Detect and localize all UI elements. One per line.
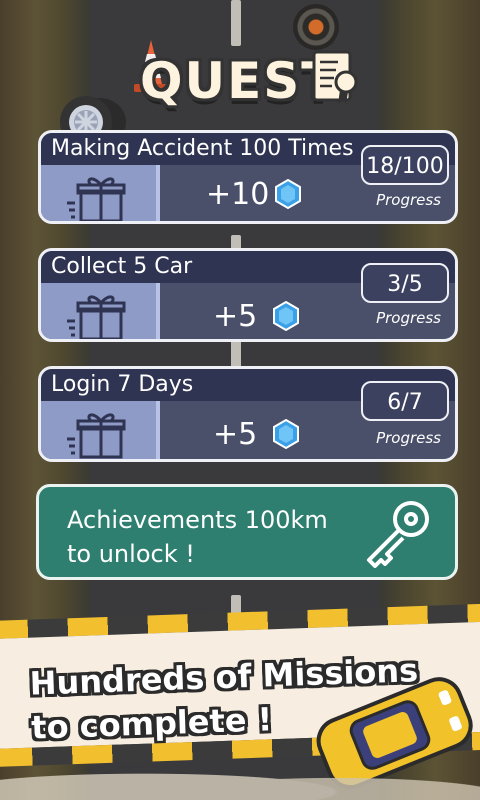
gift-icon: [67, 413, 126, 459]
achievement-line-1: Achievements 100km: [67, 506, 328, 534]
progress-counter: 18/100: [361, 145, 449, 185]
progress-label: Progress: [376, 429, 441, 447]
key-icon: [367, 501, 429, 568]
gift-icon: [67, 177, 126, 221]
reward-amount: +5: [213, 417, 258, 452]
gift-cell: [41, 165, 160, 221]
dust-cloud: [0, 760, 480, 800]
progress-label: Progress: [376, 191, 441, 209]
gift-cell: [41, 401, 160, 459]
achievement-card[interactable]: Achievements 100km to unlock !: [36, 484, 458, 580]
quest-body: +10 18/100 Progress: [41, 145, 455, 221]
quest-header: QUEST: [52, 38, 362, 148]
quest-card[interactable]: Login 7 Days +5 6/7 Progress: [38, 366, 458, 462]
gift-cell: [41, 283, 160, 339]
gem-icon: [275, 179, 301, 209]
certificate-icon: [312, 50, 358, 104]
gem-icon: [273, 419, 299, 449]
achievement-text: Achievements 100km to unlock !: [67, 503, 328, 571]
quest-card[interactable]: Making Accident 100 Times +10 18/100 Pro…: [38, 130, 458, 224]
gem-icon: [273, 301, 299, 331]
progress-counter: 6/7: [361, 381, 449, 421]
progress-label: Progress: [376, 309, 441, 327]
quest-body: +5 6/7 Progress: [41, 381, 455, 459]
page-title: QUEST: [140, 52, 338, 110]
progress-counter: 3/5: [361, 263, 449, 303]
achievement-line-2: to unlock !: [67, 540, 195, 568]
quest-body: +5 3/5 Progress: [41, 263, 455, 339]
reward-amount: +5: [213, 299, 258, 334]
gift-icon: [67, 295, 126, 339]
quest-card[interactable]: Collect 5 Car +5 3/5 Progress: [38, 248, 458, 342]
reward-amount: +10: [206, 177, 270, 212]
